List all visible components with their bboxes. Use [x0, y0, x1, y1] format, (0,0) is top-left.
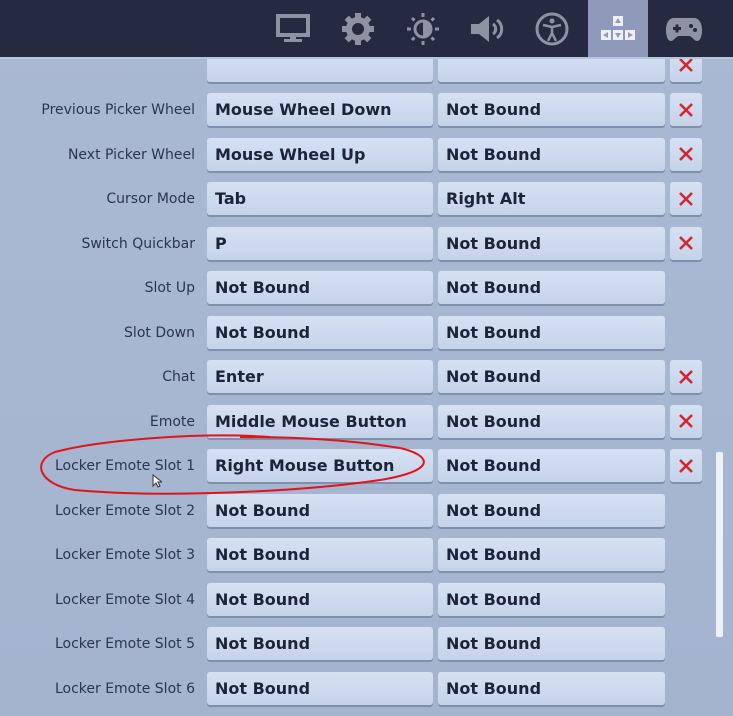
primary-binding-button[interactable]: Not Bound — [207, 315, 433, 349]
action-label: Slot Down — [124, 324, 195, 341]
primary-binding-button[interactable]: P — [207, 226, 433, 260]
keybind-row: Locker Emote Slot 5 Not Bound Not Bound — [0, 627, 733, 661]
close-icon — [679, 191, 693, 206]
primary-binding-button[interactable]: Enter — [207, 360, 433, 393]
secondary-binding-button[interactable]: Not Bound — [438, 226, 665, 260]
keybind-row: Switch Quickbar P Not Bound — [0, 226, 733, 261]
gamepad-icon — [666, 17, 702, 41]
action-label: Switch Quickbar — [81, 235, 195, 252]
secondary-binding-button[interactable]: Not Bound — [438, 271, 665, 304]
primary-binding-button[interactable]: Mouse Wheel Up — [207, 137, 433, 171]
gear-icon — [342, 12, 374, 45]
close-icon — [679, 414, 693, 428]
keybind-row: Previous Picker Wheel Mouse Wheel Down Not… — [0, 93, 733, 127]
speaker-icon — [471, 15, 504, 42]
clear-binding-button[interactable] — [670, 404, 702, 438]
action-label: Chat — [162, 369, 195, 385]
keybind-row: Locker Emote Slot 3 Not Bound Not Bound — [0, 538, 733, 572]
primary-binding-button[interactable]: Not Bound — [207, 582, 433, 616]
action-label: Locker Emote Slot 5 — [54, 636, 195, 652]
keybind-row: Locker Emote Slot 2 Not Bound Not Bound — [0, 493, 733, 528]
keybind-row: Cursor Mode Tab Right Alt — [0, 182, 733, 216]
tab-accessibility[interactable] — [522, 0, 582, 57]
close-icon — [679, 236, 693, 250]
secondary-binding-button[interactable]: Not Bound — [438, 315, 665, 349]
action-label: Locker Emote Slot 6 — [54, 680, 195, 697]
keybind-row: Emote Middle Mouse Button Not Bound — [0, 404, 733, 439]
tab-input[interactable] — [588, 0, 648, 57]
close-icon — [679, 458, 693, 473]
primary-binding-button[interactable]: Mouse Wheel Down — [207, 93, 433, 126]
keybind-row: Next Picker Wheel Mouse Wheel Up Not Bound — [0, 137, 733, 172]
secondary-binding-button[interactable]: Not Bound — [438, 493, 665, 527]
primary-binding-button[interactable]: Not Bound — [207, 671, 433, 705]
clear-binding-button[interactable] — [670, 93, 702, 126]
primary-binding-button[interactable]: Not Bound — [207, 627, 433, 660]
primary-binding-button[interactable]: Not Bound — [207, 493, 433, 527]
tab-controller[interactable] — [654, 0, 714, 57]
secondary-binding-button[interactable]: Not Bound — [438, 538, 665, 571]
primary-binding-button[interactable]: Not Bound — [207, 271, 433, 304]
keybind-list: Previous Picker Wheel Mouse Wheel Down Not… — [0, 0, 733, 716]
scrollbar-thumb[interactable] — [716, 452, 723, 637]
secondary-binding-button[interactable]: Not Bound — [438, 137, 665, 171]
keybind-row: Slot Down Not Bound Not Bound — [0, 315, 733, 350]
secondary-binding-button[interactable]: Not Bound — [438, 449, 665, 482]
action-label: Locker Emote Slot 2 — [54, 502, 195, 519]
keybind-row: Locker Emote Slot 4 Not Bound Not Bound — [0, 582, 733, 617]
settings-tab-bar — [0, 0, 733, 59]
action-label: Emote — [149, 413, 195, 430]
clear-binding-button[interactable] — [670, 360, 702, 393]
action-label: Locker Emote Slot 3 — [54, 547, 195, 563]
tab-video[interactable] — [263, 0, 323, 57]
secondary-binding-button[interactable]: Not Bound — [438, 360, 665, 393]
tab-game[interactable] — [328, 0, 388, 57]
close-icon — [679, 147, 693, 161]
secondary-binding-button[interactable]: Not Bound — [438, 93, 665, 126]
secondary-binding-button[interactable]: Not Bound — [438, 671, 665, 705]
secondary-binding-button[interactable]: Not Bound — [438, 627, 665, 660]
accessibility-icon — [535, 12, 569, 45]
close-icon — [679, 58, 693, 72]
keybind-row: Locker Emote Slot 1 Right Mouse Button Not… — [0, 449, 733, 483]
action-label: Previous Picker Wheel — [41, 102, 195, 118]
clear-binding-button[interactable] — [670, 449, 702, 482]
clear-binding-button[interactable] — [670, 226, 702, 260]
action-label: Locker Emote Slot 4 — [54, 591, 195, 608]
keybind-row: Slot Up Not Bound Not Bound — [0, 271, 733, 305]
keybind-row: Chat Enter Not Bound — [0, 360, 733, 394]
secondary-binding-button[interactable]: Not Bound — [438, 404, 665, 438]
mouse-cursor-icon — [152, 474, 162, 488]
close-icon — [679, 369, 693, 384]
clear-binding-button[interactable] — [670, 137, 702, 171]
secondary-binding-button[interactable]: Right Alt — [438, 182, 665, 215]
primary-binding-button[interactable]: Not Bound — [207, 538, 433, 571]
action-label: Slot Up — [144, 280, 195, 296]
action-label: Cursor Mode — [106, 191, 195, 207]
brightness-icon — [407, 12, 439, 45]
keybind-row: Locker Emote Slot 6 Not Bound Not Bound — [0, 671, 733, 706]
clear-binding-button[interactable] — [670, 182, 702, 215]
secondary-binding-button[interactable]: Not Bound — [438, 582, 665, 616]
action-label: Locker Emote Slot 1 — [54, 458, 195, 474]
keyboard-arrows-icon — [601, 15, 635, 40]
primary-binding-button[interactable]: Tab — [207, 182, 433, 215]
monitor-icon — [276, 13, 310, 42]
primary-binding-button[interactable]: Right Mouse Button — [207, 449, 433, 482]
primary-binding-button[interactable]: Middle Mouse Button — [207, 404, 433, 438]
action-label: Next Picker Wheel — [67, 146, 195, 163]
tab-brightness[interactable] — [393, 0, 453, 57]
tab-audio[interactable] — [458, 0, 518, 57]
close-icon — [679, 102, 693, 117]
